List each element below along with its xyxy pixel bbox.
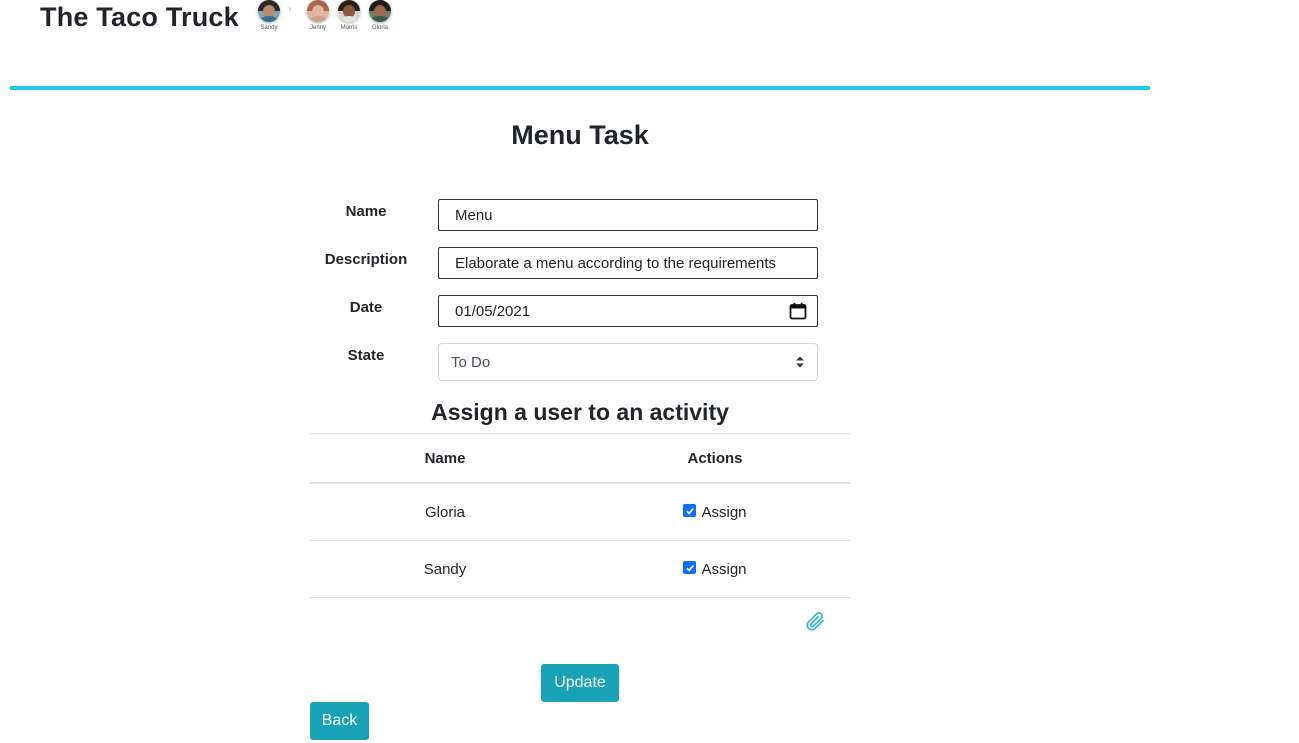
sort-arrows-icon	[796, 356, 804, 368]
avatar-image	[258, 0, 280, 22]
back-button[interactable]: Back	[310, 702, 369, 740]
assign-checkbox[interactable]	[683, 504, 697, 517]
name-input-value: Menu	[455, 206, 493, 224]
header-divider	[10, 86, 1150, 90]
assign-table: Name Actions Gloria Assign Sandy Assign	[310, 433, 850, 598]
app-title[interactable]: The Taco Truck	[40, 2, 239, 33]
name-input[interactable]: Menu	[438, 199, 818, 231]
avatar-image	[369, 0, 391, 22]
update-button[interactable]: Update	[541, 664, 619, 702]
assign-label[interactable]: Assign	[701, 561, 746, 578]
page: The Taco Truck Sandy Jenny Morris Gloria…	[0, 0, 1299, 743]
row-user-name: Sandy	[423, 560, 467, 578]
chevron-right-icon: ›	[288, 4, 292, 15]
avatar-caption: Morris	[340, 25, 358, 31]
name-label: Name	[345, 203, 387, 220]
column-header-name: Name	[424, 449, 466, 467]
assign-checkbox[interactable]	[683, 561, 697, 574]
state-label: State	[347, 347, 385, 364]
avatar-caption: Sandy	[260, 25, 278, 31]
assign-section-title: Assign a user to an activity	[431, 399, 729, 425]
avatar-image	[307, 0, 329, 22]
description-input[interactable]: Elaborate a menu according to the requir…	[438, 247, 818, 279]
avatar-sandy[interactable]: Sandy	[256, 0, 282, 31]
avatar-gloria[interactable]: Gloria	[367, 0, 393, 31]
avatar-morris[interactable]: Morris	[336, 0, 362, 31]
description-input-value: Elaborate a menu according to the requir…	[455, 254, 777, 272]
avatar-caption: Jenny	[309, 25, 326, 31]
avatar-jenny[interactable]: Jenny	[305, 0, 331, 31]
assign-label[interactable]: Assign	[701, 504, 746, 521]
date-label: Date	[349, 299, 383, 316]
table-row: Gloria Assign	[310, 484, 850, 541]
paperclip-icon[interactable]	[805, 611, 827, 633]
row-user-name: Gloria	[424, 503, 465, 521]
avatar-caption: Gloria	[371, 25, 388, 31]
page-title: Menu Task	[511, 120, 649, 150]
description-label: Description	[324, 251, 408, 268]
column-header-actions: Actions	[687, 449, 743, 467]
table-row: Sandy Assign	[310, 541, 850, 598]
row-action: Assign	[580, 561, 850, 578]
table-header: Name Actions	[310, 434, 850, 484]
row-action: Assign	[580, 504, 850, 521]
calendar-icon[interactable]	[789, 302, 807, 320]
date-input[interactable]: 01/05/2021	[438, 295, 818, 327]
date-input-value: 01/05/2021	[455, 302, 531, 320]
state-select[interactable]: To Do	[438, 343, 818, 381]
avatar-image	[338, 0, 360, 22]
state-select-value: To Do	[451, 353, 491, 371]
